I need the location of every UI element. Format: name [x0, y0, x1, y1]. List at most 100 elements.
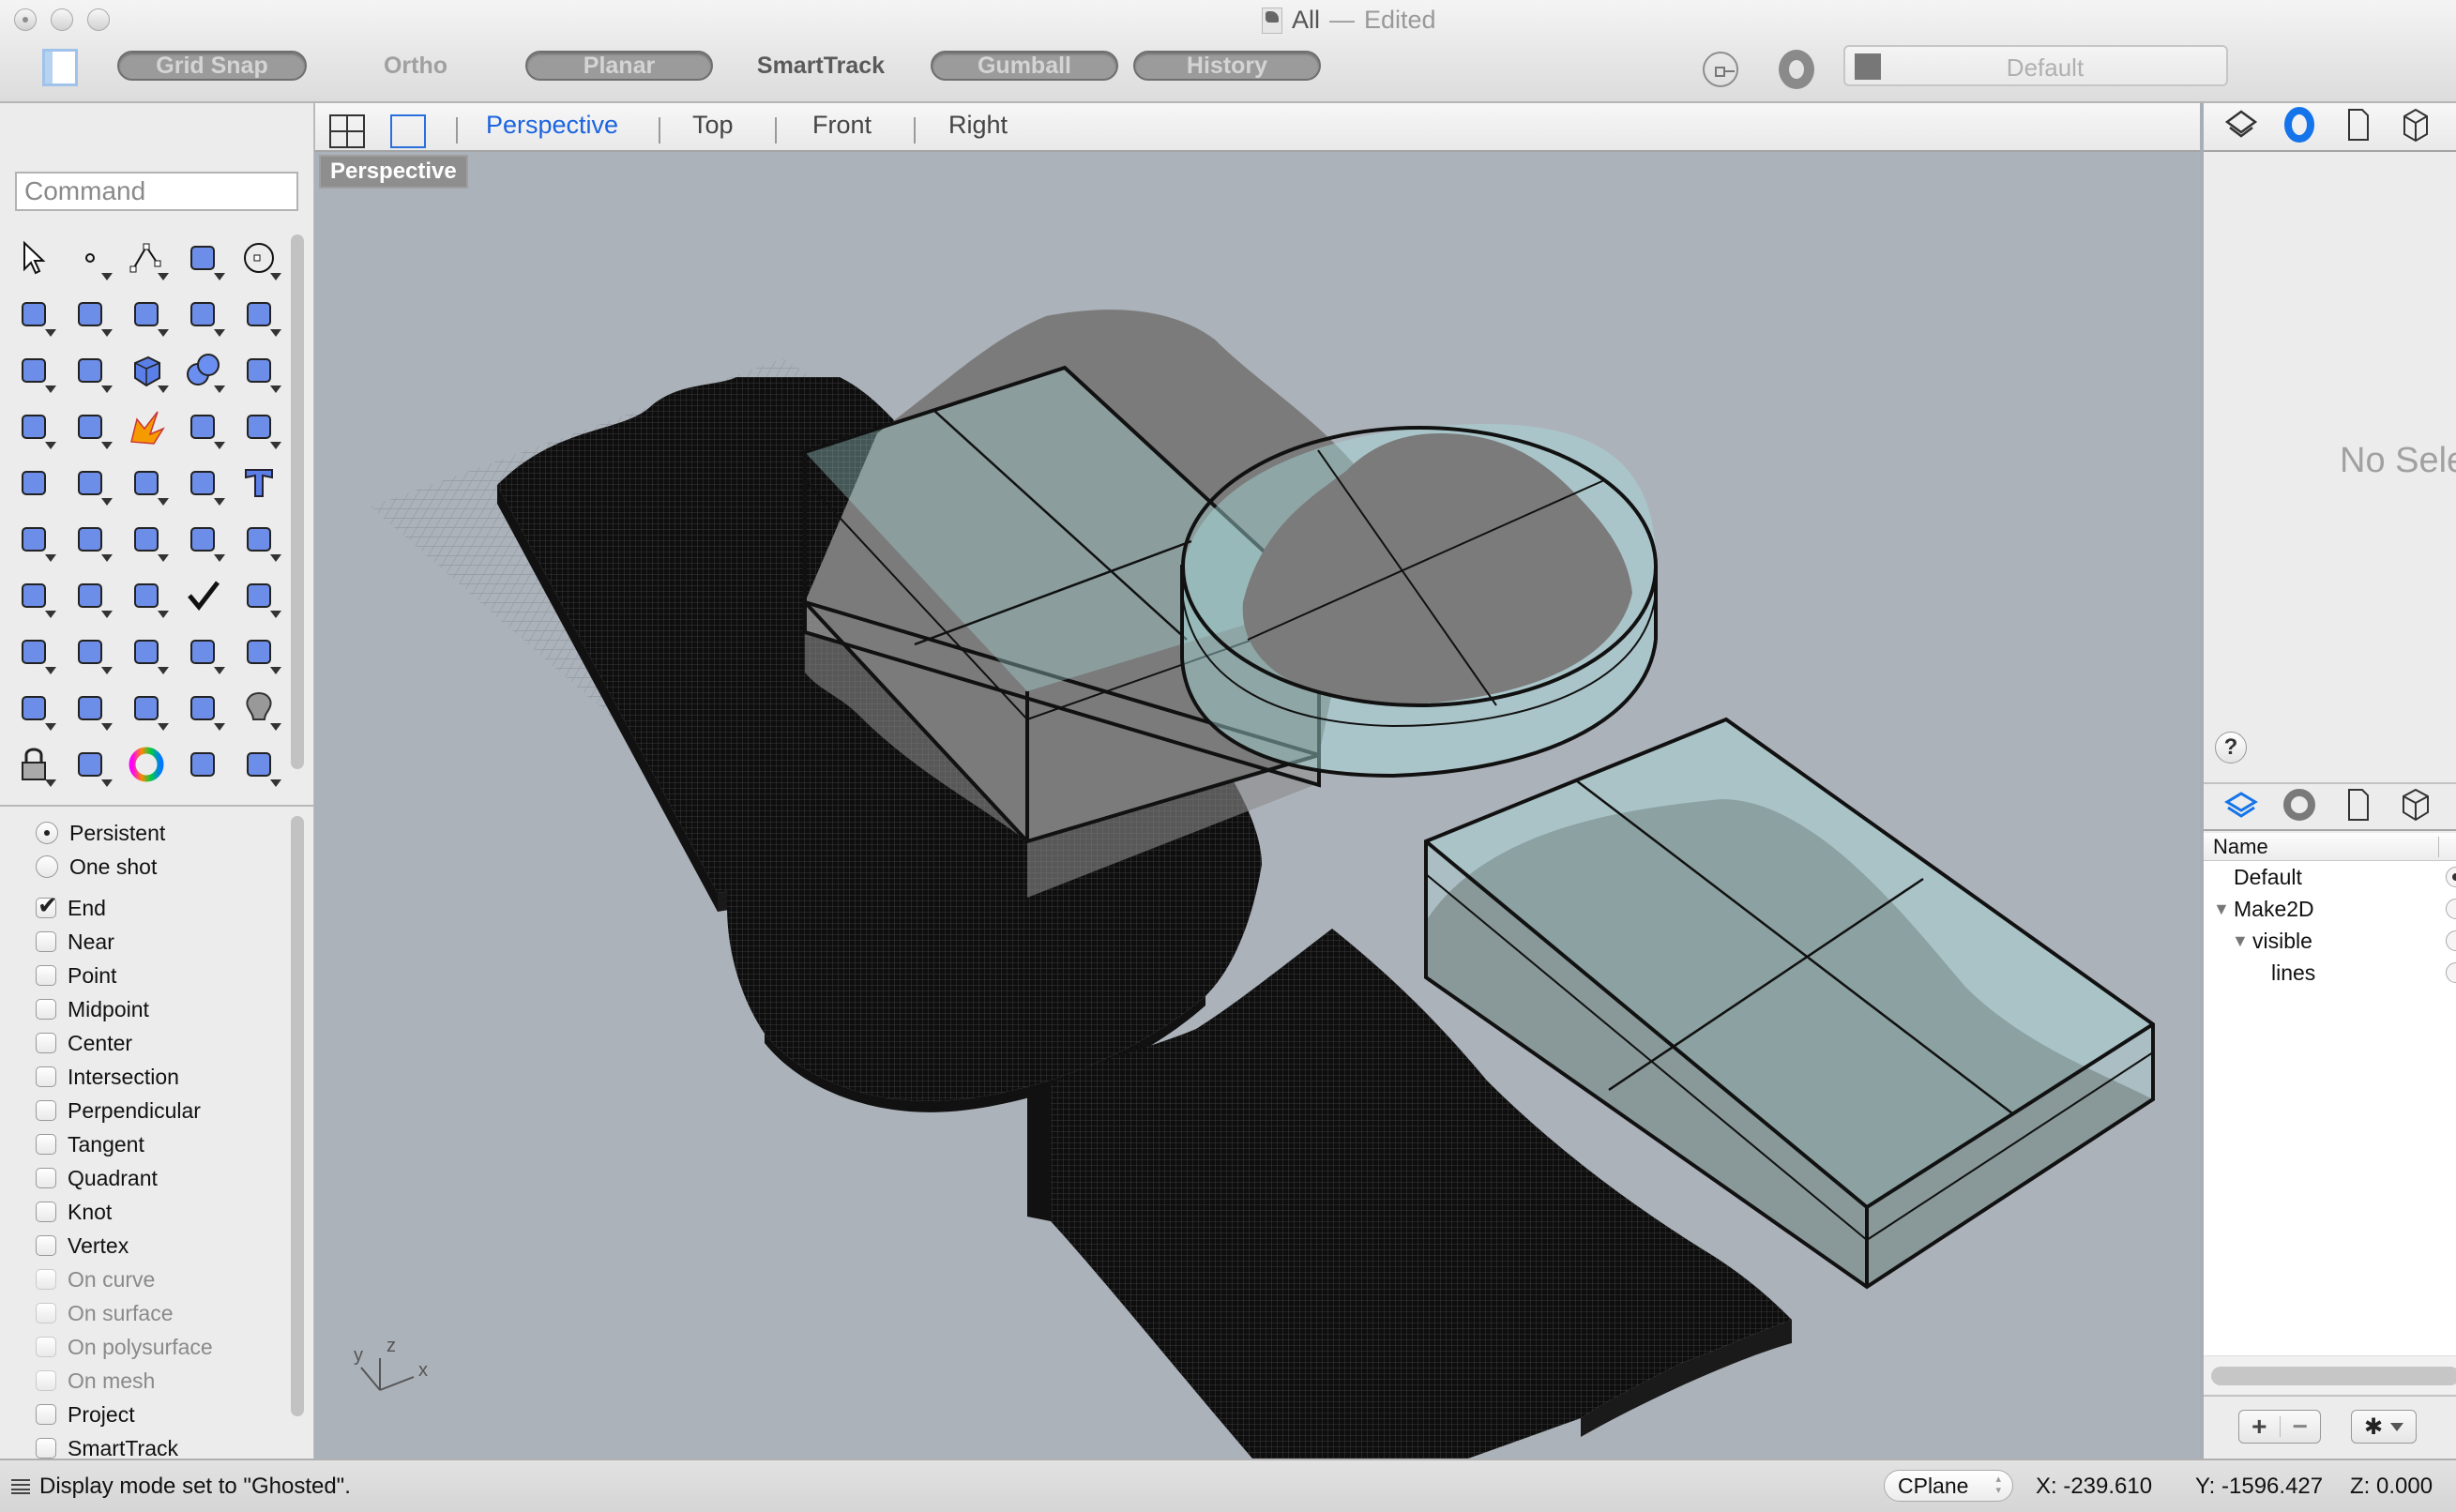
remove-layer-button[interactable]: − [2281, 1412, 2321, 1442]
tool-render-pyramid[interactable] [6, 624, 62, 680]
checkbox[interactable] [36, 1235, 56, 1256]
tool-sphere-grid[interactable] [231, 736, 287, 793]
tool-primitives[interactable] [231, 567, 287, 624]
layers-tab-icon[interactable] [2222, 786, 2260, 828]
osnap-near[interactable]: Near [36, 925, 280, 959]
display-tab-icon[interactable] [2397, 786, 2434, 828]
checkbox[interactable] [36, 999, 56, 1020]
command-history-icon[interactable] [11, 1479, 30, 1494]
smarttrack-toggle[interactable]: SmartTrack [741, 51, 901, 81]
tool-shapes-layers[interactable] [174, 680, 231, 736]
tool-extrude-up[interactable] [231, 511, 287, 567]
add-layer-button[interactable]: + [2239, 1412, 2280, 1442]
sidebar-toggle-button[interactable] [42, 49, 78, 86]
tool-trim[interactable] [174, 399, 231, 455]
close-window-button[interactable] [14, 8, 37, 31]
checkbox[interactable] [36, 1066, 56, 1087]
tool-boolean-solid[interactable] [174, 511, 231, 567]
tool-zoom-in-out[interactable] [62, 624, 118, 680]
tool-curve[interactable] [174, 230, 231, 286]
tool-fillet-curve[interactable] [231, 286, 287, 342]
minimize-window-button[interactable] [51, 8, 73, 31]
planar-toggle[interactable]: Planar [525, 51, 713, 81]
grid-snap-toggle[interactable]: Grid Snap [117, 51, 307, 81]
tool-rotate-view[interactable] [6, 680, 62, 736]
tool-check[interactable] [174, 567, 231, 624]
layers-column-name[interactable]: Name [2204, 833, 2456, 861]
tool-arc[interactable] [62, 286, 118, 342]
current-layer-radio[interactable] [2446, 867, 2456, 887]
current-layer-radio[interactable] [2446, 962, 2456, 983]
tool-explode[interactable] [118, 399, 174, 455]
tool-car-named-view[interactable] [62, 680, 118, 736]
tool-zoom-extents[interactable] [174, 624, 231, 680]
checkbox[interactable] [36, 1404, 56, 1425]
layer-row[interactable]: lines [2204, 957, 2456, 989]
checkbox[interactable] [36, 1100, 56, 1121]
tool-layer-materials[interactable] [62, 736, 118, 793]
osnap-end[interactable]: End [36, 891, 280, 925]
tool-deform-surface[interactable] [6, 399, 62, 455]
properties-material-icon[interactable] [2281, 106, 2318, 148]
checkbox[interactable] [36, 1168, 56, 1188]
current-layer-select[interactable]: Default [1843, 45, 2228, 86]
tool-polyline[interactable] [118, 230, 174, 286]
document-properties-icon[interactable] [2339, 106, 2376, 148]
layers-panel-icon[interactable] [2222, 106, 2260, 148]
tool-zoom-selected[interactable] [231, 624, 287, 680]
single-viewport-layout-icon[interactable] [390, 114, 426, 148]
osnap-quadrant[interactable]: Quadrant [36, 1161, 280, 1195]
checkbox[interactable] [36, 1134, 56, 1155]
tool-ellipse[interactable] [6, 286, 62, 342]
document-tab-icon[interactable] [2339, 786, 2376, 828]
osnap-center[interactable]: Center [36, 1026, 280, 1060]
tool-lock[interactable] [6, 736, 62, 793]
osnap-tangent[interactable]: Tangent [36, 1127, 280, 1161]
osnap-mode-one-shot[interactable]: One shot [36, 850, 280, 884]
disclosure-triangle-icon[interactable]: ▼ [2213, 900, 2234, 919]
tab-top[interactable]: Top [692, 111, 734, 140]
tool-solid-tools[interactable] [118, 567, 174, 624]
tool-sphere-display[interactable] [174, 736, 231, 793]
tool-array[interactable] [6, 567, 62, 624]
checkbox[interactable] [36, 1438, 56, 1459]
tool-mirror-align[interactable] [62, 567, 118, 624]
tool-copy[interactable] [62, 511, 118, 567]
tool-puzzle-join[interactable] [62, 399, 118, 455]
perspective-viewport[interactable]: Perspective y z x [314, 152, 2200, 1459]
tool-lightbulb[interactable] [231, 680, 287, 736]
tool-palette-scrollbar[interactable] [291, 234, 304, 769]
history-toggle[interactable]: History [1133, 51, 1321, 81]
osnap-point[interactable]: Point [36, 959, 280, 992]
osnap-intersection[interactable]: Intersection [36, 1060, 280, 1094]
checkbox[interactable] [36, 965, 56, 986]
osnap-vertex[interactable]: Vertex [36, 1229, 280, 1263]
current-layer-radio[interactable] [2446, 930, 2456, 951]
tool-group[interactable] [6, 455, 62, 511]
tool-rotate[interactable] [118, 511, 174, 567]
tool-cplane-grid[interactable] [118, 680, 174, 736]
tab-right[interactable]: Right [948, 111, 1008, 140]
layer-row[interactable]: ▼ visible [2204, 925, 2456, 957]
osnap-midpoint[interactable]: Midpoint [36, 992, 280, 1026]
tool-zoom-window[interactable] [118, 624, 174, 680]
tool-split[interactable] [231, 399, 287, 455]
tool-rectangle[interactable] [118, 286, 174, 342]
material-ring-icon[interactable] [1779, 50, 1814, 89]
tool-ungroup[interactable] [62, 455, 118, 511]
object-display-icon[interactable] [2397, 106, 2434, 148]
gumball-toggle[interactable]: Gumball [931, 51, 1118, 81]
tool-offset-curve[interactable] [174, 455, 231, 511]
layer-row[interactable]: ▼ Make2D [2204, 893, 2456, 925]
checkbox[interactable] [36, 1202, 56, 1222]
four-viewport-layout-icon[interactable] [329, 114, 365, 148]
tool-move[interactable] [6, 511, 62, 567]
tool-circle[interactable] [231, 230, 287, 286]
layers-horizontal-scrollbar[interactable] [2211, 1367, 2456, 1385]
ortho-toggle[interactable]: Ortho [355, 51, 477, 81]
viewport-title-label[interactable]: Perspective [319, 155, 468, 189]
checkbox[interactable] [36, 891, 58, 920]
tool-sphere[interactable] [174, 342, 231, 399]
materials-tab-icon[interactable] [2281, 786, 2318, 828]
radio-button[interactable] [36, 822, 58, 844]
